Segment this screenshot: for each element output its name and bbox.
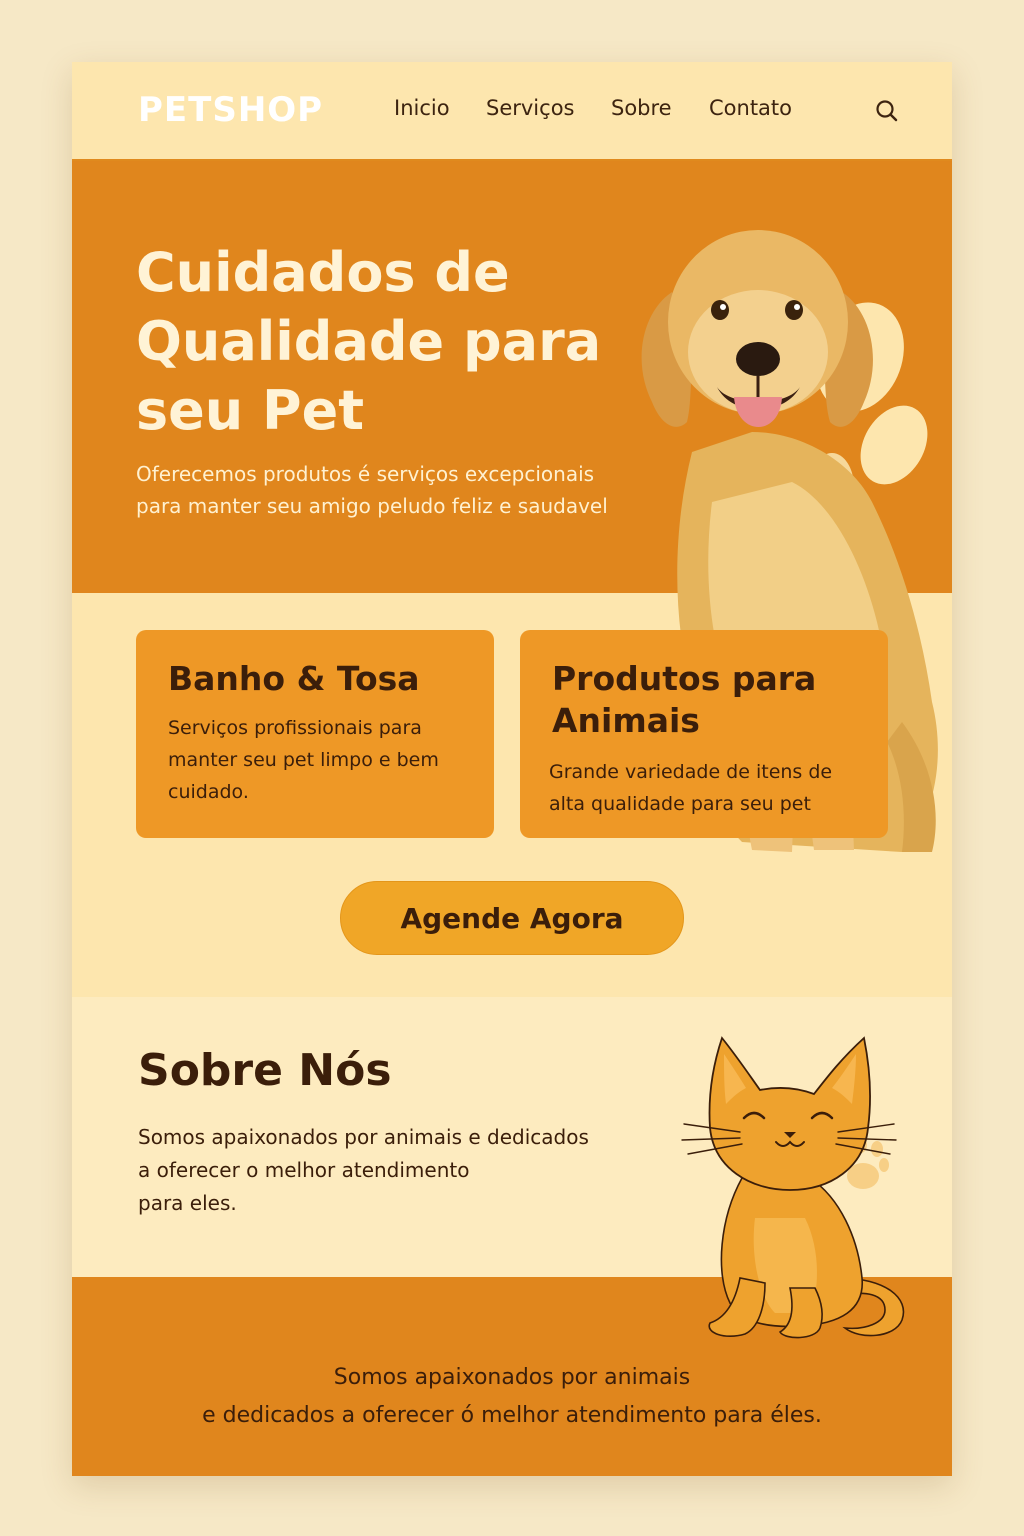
hero-subtitle: Oferecemos produtos é serviços excepcion… <box>136 458 616 522</box>
about-text-line: Somos apaixonados por animais e dedicado… <box>138 1125 589 1149</box>
service-card-title-line: Produtos para <box>552 659 817 698</box>
about-title: Sobre Nós <box>138 1045 392 1096</box>
service-card-text-line: Grande variedade de itens de <box>549 761 833 783</box>
header: PETSHOP Inicio Serviços Sobre Contato <box>72 62 952 161</box>
service-card-produtos[interactable]: Produtos para Animais Grande variedade d… <box>520 630 888 838</box>
service-card-text-line: manter seu pet limpo e bem <box>168 749 439 771</box>
hero-subtitle-line: Oferecemos produtos é serviços excepcion… <box>136 462 595 486</box>
footer-text-line: Somos apaixonados por animais <box>333 1365 691 1390</box>
nav-servicos[interactable]: Serviços <box>486 96 574 120</box>
footer-text-line: e dedicados a oferecer ó melhor atendime… <box>202 1403 822 1428</box>
service-card-title: Banho & Tosa <box>168 659 420 698</box>
about-text-line: para eles. <box>138 1191 237 1215</box>
logo[interactable]: PETSHOP <box>138 90 323 130</box>
service-card-text-line: cuidado. <box>168 781 249 803</box>
service-card-banho-tosa[interactable]: Banho & Tosa Serviços profissionais para… <box>136 630 494 838</box>
hero-title: Cuidados de Qualidade para seu Pet <box>136 241 602 442</box>
search-icon <box>876 100 898 122</box>
service-card-text: Grande variedade de itens de alta qualid… <box>549 756 869 820</box>
nav-sobre[interactable]: Sobre <box>611 96 672 120</box>
service-card-text-line: alta qualidade para seu pet <box>549 793 811 815</box>
hero-subtitle-line: para manter seu amigo peludo feliz e sau… <box>136 494 608 518</box>
footer-text: Somos apaixonados por animais e dedicado… <box>72 1359 952 1435</box>
cat-illustration <box>681 1036 905 1339</box>
service-card-title: Produtos para Animais <box>552 658 816 742</box>
about-text-line: a oferecer o melhor atendimento <box>138 1158 470 1182</box>
service-card-text-line: Serviços profissionais para <box>168 717 422 739</box>
nav-contato[interactable]: Contato <box>709 96 792 120</box>
page: PETSHOP Inicio Serviços Sobre Contato Cu… <box>72 62 952 1476</box>
search-button[interactable] <box>874 98 900 124</box>
service-card-title-line: Animais <box>552 701 700 740</box>
nav-inicio[interactable]: Inicio <box>394 96 450 120</box>
agende-agora-button[interactable]: Agende Agora <box>340 881 684 955</box>
about-text: Somos apaixonados por animais e dedicado… <box>138 1121 608 1220</box>
service-card-text: Serviços profissionais para manter seu p… <box>168 712 468 808</box>
